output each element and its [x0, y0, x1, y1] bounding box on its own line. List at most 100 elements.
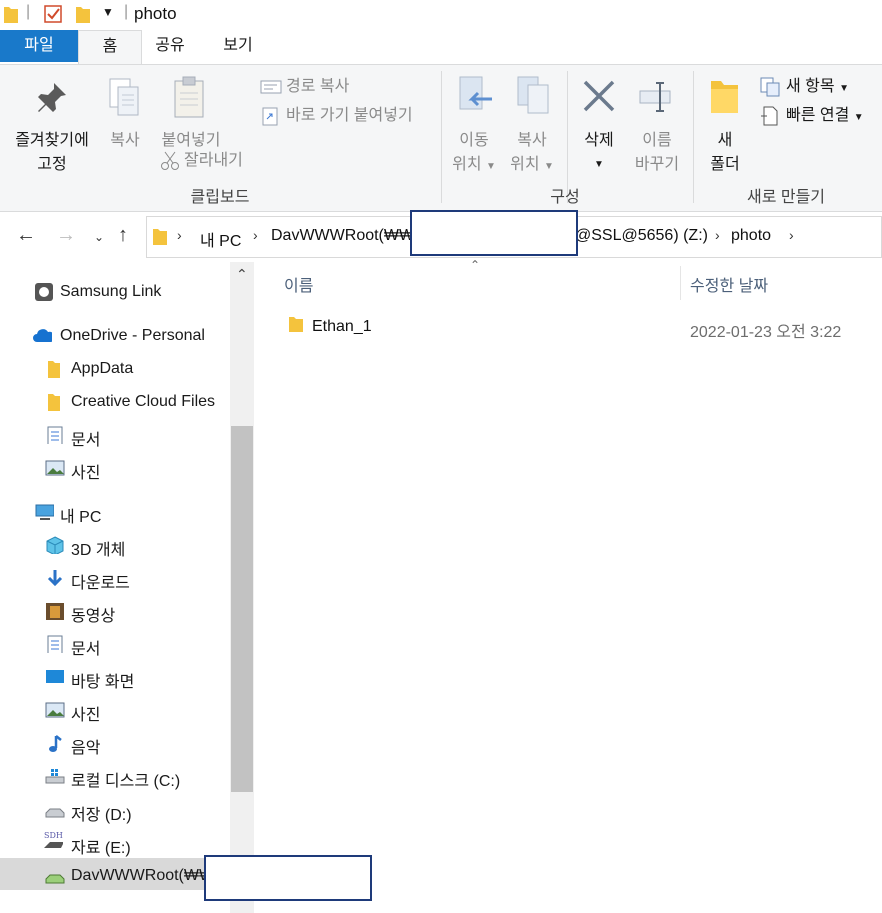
dropdown-arrow-icon: ▼ [486, 161, 496, 172]
group-divider [693, 71, 694, 203]
paste-shortcut-button[interactable]: 바로 가기 붙여넣기 [258, 104, 438, 128]
nav-item-label: 사진 [71, 465, 101, 482]
document-icon [47, 426, 63, 444]
separator: | [124, 3, 129, 20]
rename-button[interactable]: 이름 바꾸기 [628, 75, 686, 179]
new-folder-button[interactable]: 새 폴더 [698, 75, 752, 179]
this-pc-icon [35, 504, 54, 520]
breadcrumb-drive-suffix[interactable]: @SSL@5656) (Z:) [575, 227, 708, 245]
nav-item-documents[interactable]: 문서 [0, 629, 230, 659]
paste-shortcut-label: 바로 가기 붙여넣기 [286, 107, 413, 124]
copy-to-label-2: 위치 ▼ [504, 153, 560, 178]
delete-label: 삭제 [584, 132, 614, 149]
pictures-icon [45, 702, 65, 718]
nav-item-onedrive[interactable]: OneDrive - Personal [0, 321, 230, 351]
nav-item-label: 음악 [71, 740, 101, 757]
pin-label-1: 즐겨찾기에 [15, 132, 89, 149]
move-to-label-2: 위치 ▼ [446, 153, 502, 178]
breadcrumb-chevron-icon[interactable]: › [253, 227, 258, 243]
nav-item-label: 로컬 디스크 (C:) [71, 773, 181, 790]
svg-text:SDHC: SDHC [44, 831, 63, 840]
dropdown-arrow-icon: ▼ [544, 161, 554, 172]
delete-button[interactable]: 삭제 ▼ [572, 75, 626, 179]
nav-item-videos[interactable]: 동영상 [0, 596, 230, 626]
properties-checkbox-icon[interactable] [44, 4, 64, 24]
copy-to-icon [517, 76, 549, 114]
move-to-label-2-text: 위치 [452, 156, 482, 173]
move-to-button[interactable]: 이동 위치 ▼ [446, 75, 502, 179]
tab-home[interactable]: 홈 [78, 30, 142, 65]
nav-item-this-pc[interactable]: 내 PC [0, 497, 230, 527]
nav-item-local-disk-c[interactable]: 로컬 디스크 (C:) [0, 761, 230, 791]
separator: | [26, 3, 31, 20]
new-folder-quick-icon[interactable] [76, 4, 90, 24]
copy-icon [109, 78, 139, 116]
nav-item-label: 저장 (D:) [71, 807, 132, 824]
nav-item-downloads[interactable]: 다운로드 [0, 563, 230, 593]
copy-button[interactable]: 복사 [102, 75, 148, 155]
ribbon-tabs: 파일 홈 공유 보기 [0, 30, 882, 65]
breadcrumb-chevron-icon[interactable]: › [715, 227, 720, 243]
nav-item-desktop[interactable]: 바탕 화면 [0, 662, 230, 692]
music-note-icon [49, 735, 62, 752]
nav-item-music[interactable]: 음악 [0, 728, 230, 758]
breadcrumb-drive-prefix[interactable]: DavWWWRoot(₩₩ [271, 227, 414, 245]
move-to-label-1: 이동 [459, 132, 489, 149]
copy-to-button[interactable]: 복사 위치 ▼ [504, 75, 560, 179]
nav-item-label: 3D 개체 [71, 542, 126, 559]
breadcrumb-chevron-icon[interactable]: › [177, 227, 182, 243]
nav-item-drive-d[interactable]: 저장 (D:) [0, 795, 230, 825]
back-arrow-icon[interactable]: ← [16, 224, 36, 247]
nav-item-network-drive-z[interactable]: DavWWWRoot(₩₩ [0, 861, 230, 891]
file-row[interactable]: Ethan_1 2022-01-23 오전 3:22 [278, 312, 878, 342]
nav-item-creative-cloud[interactable]: Creative Cloud Files [0, 387, 230, 417]
nav-item-drive-e[interactable]: SDHC 자료 (E:) [0, 828, 230, 858]
recent-locations-chevron-icon[interactable]: ⌄ [94, 230, 104, 244]
tab-file[interactable]: 파일 [0, 30, 78, 62]
copy-path-button[interactable]: 경로 복사 [258, 75, 438, 99]
breadcrumb-chevron-icon[interactable]: › [789, 227, 794, 243]
column-divider[interactable] [680, 266, 681, 300]
nav-item-label: Samsung Link [60, 283, 162, 300]
nav-item-label: AppData [71, 360, 134, 377]
new-group-label: 새로 만들기 [746, 189, 826, 206]
scissors-icon [161, 151, 179, 170]
nav-item-onedrive-documents[interactable]: 문서 [0, 420, 230, 450]
new-item-label: 새 항목 ▼ [786, 75, 849, 100]
title-bar: | ▼ | photo [0, 0, 882, 30]
nav-item-3d-objects[interactable]: 3D 개체 [0, 530, 230, 560]
nav-item-label: 바탕 화면 [71, 674, 135, 691]
tab-share[interactable]: 공유 [140, 30, 200, 62]
forward-arrow-icon[interactable]: → [56, 224, 76, 247]
paste-button[interactable]: 붙여넣기 [152, 75, 230, 155]
new-item-button[interactable]: 새 항목 ▼ [758, 75, 878, 99]
folder-icon [153, 229, 167, 245]
column-header-date[interactable]: 수정한 날짜 [690, 272, 768, 296]
breadcrumb-photo[interactable]: photo [731, 227, 771, 245]
pin-to-quick-access-button[interactable]: 즐겨찾기에 고정 [4, 75, 100, 175]
window-title: photo [134, 4, 177, 23]
column-header-name[interactable]: 이름 [284, 272, 313, 296]
nav-item-appdata[interactable]: AppData [0, 354, 230, 384]
nav-item-samsung-link[interactable]: Samsung Link [0, 277, 230, 307]
tab-view[interactable]: 보기 [205, 30, 271, 62]
scroll-up-arrow-icon[interactable]: ⌃ [236, 266, 248, 283]
breadcrumb-this-pc[interactable]: 내 PC [200, 227, 241, 251]
redaction-box [410, 210, 578, 256]
move-to-icon [459, 76, 492, 110]
rename-label-2: 바꾸기 [634, 156, 680, 173]
nav-item-onedrive-pictures[interactable]: 사진 [0, 453, 230, 483]
nav-item-pictures[interactable]: 사진 [0, 695, 230, 725]
folder-icon [289, 317, 303, 332]
copy-path-icon [260, 80, 282, 94]
navpane-scroll-thumb[interactable] [231, 426, 253, 792]
clipboard-icon [174, 76, 204, 118]
delete-x-icon [583, 80, 615, 112]
copy-to-label-2-text: 위치 [510, 156, 540, 173]
document-icon [47, 635, 63, 653]
up-arrow-icon[interactable]: ↑ [118, 224, 128, 247]
nav-item-label: 자료 (E:) [71, 840, 131, 857]
easy-access-button[interactable]: 빠른 연결 ▼ [758, 104, 880, 128]
customize-chevron-icon[interactable]: ▼ [102, 5, 114, 19]
cut-button[interactable]: 잘라내기 [158, 149, 258, 173]
